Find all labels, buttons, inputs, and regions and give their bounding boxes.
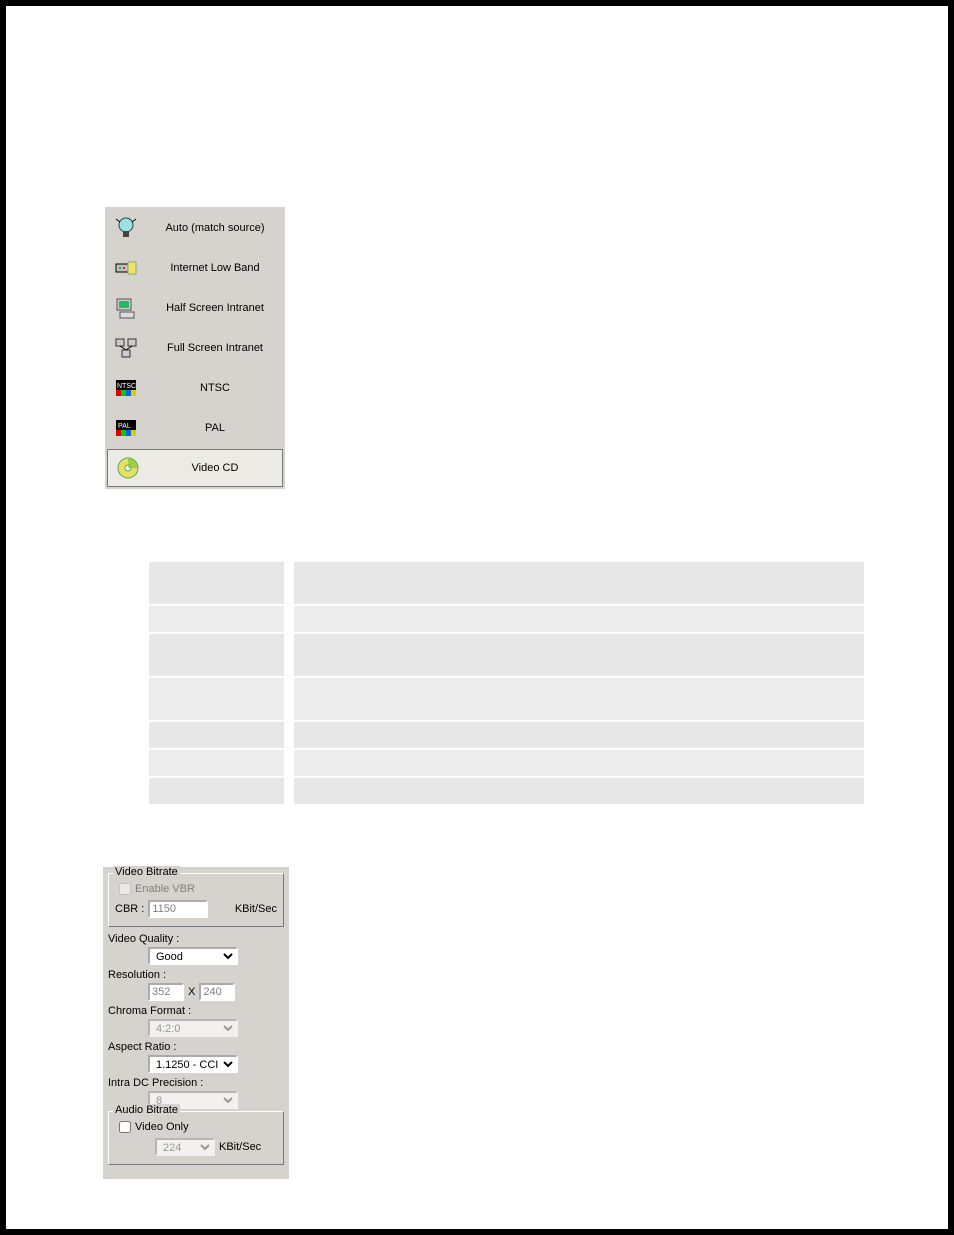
aspect-ratio-select[interactable]: 1.1250 - CCIR60 (148, 1055, 238, 1073)
preset-label: NTSC (152, 382, 278, 394)
encoder-settings-panel: Video Bitrate Enable VBR CBR : KBit/Sec … (103, 867, 289, 1179)
document-page: Auto (match source) Internet Low Band Ha… (0, 0, 954, 1235)
video-only-checkbox[interactable] (119, 1121, 131, 1133)
table-row (149, 606, 864, 632)
video-bitrate-fieldset: Video Bitrate Enable VBR CBR : KBit/Sec (108, 873, 284, 927)
intra-dc-label: Intra DC Precision : (108, 1077, 284, 1089)
table-row (149, 678, 864, 720)
audio-bitrate-fieldset: Audio Bitrate Video Only 224 KBit/Sec (108, 1111, 284, 1165)
computer-icon (112, 294, 140, 322)
video-only-label: Video Only (135, 1121, 189, 1133)
table-row (149, 562, 864, 604)
preset-label: Internet Low Band (152, 262, 278, 274)
preset-label: Full Screen Intranet (152, 342, 278, 354)
lightbulb-icon (112, 214, 140, 242)
cbr-input[interactable] (148, 900, 208, 918)
enable-vbr-label: Enable VBR (135, 883, 195, 895)
table-row (149, 634, 864, 676)
preset-label: Auto (match source) (152, 222, 278, 234)
pal-icon: PAL (112, 414, 140, 442)
chroma-format-label: Chroma Format : (108, 1005, 284, 1017)
resolution-width-input[interactable] (148, 983, 184, 1001)
resolution-separator: X (188, 986, 195, 998)
preset-item-half-screen-intranet[interactable]: Half Screen Intranet (106, 288, 284, 328)
svg-text:NTSC: NTSC (117, 383, 136, 390)
ntsc-icon: NTSC (112, 374, 140, 402)
table-row (149, 750, 864, 776)
preset-item-pal[interactable]: PAL PAL (106, 408, 284, 448)
audio-bitrate-unit: KBit/Sec (219, 1141, 261, 1153)
table-row (149, 722, 864, 748)
svg-text:PAL: PAL (118, 423, 131, 430)
video-quality-label: Video Quality : (108, 933, 284, 945)
cd-icon (114, 454, 142, 482)
fieldset-legend: Video Bitrate (113, 866, 180, 878)
network-icon (112, 334, 140, 362)
resolution-label: Resolution : (108, 969, 284, 981)
preset-list: Auto (match source) Internet Low Band Ha… (105, 207, 285, 489)
preset-label: Video CD (154, 462, 276, 474)
enable-vbr-checkbox[interactable] (119, 883, 131, 895)
aspect-ratio-label: Aspect Ratio : (108, 1041, 284, 1053)
audio-bitrate-select[interactable]: 224 (155, 1138, 215, 1156)
video-quality-select[interactable]: Good (148, 947, 238, 965)
fieldset-legend: Audio Bitrate (113, 1104, 180, 1116)
preset-item-internet-low-band[interactable]: Internet Low Band (106, 248, 284, 288)
cbr-label: CBR : (115, 903, 144, 915)
preset-item-auto[interactable]: Auto (match source) (106, 208, 284, 248)
chroma-format-select[interactable]: 4:2:0 (148, 1019, 238, 1037)
resolution-height-input[interactable] (199, 983, 235, 1001)
preset-label: Half Screen Intranet (152, 302, 278, 314)
modem-icon (112, 254, 140, 282)
bitrate-unit: KBit/Sec (235, 903, 277, 915)
preset-item-ntsc[interactable]: NTSC NTSC (106, 368, 284, 408)
info-table (149, 562, 864, 804)
table-row (149, 778, 864, 804)
preset-item-video-cd[interactable]: Video CD (107, 449, 283, 487)
preset-label: PAL (152, 422, 278, 434)
preset-item-full-screen-intranet[interactable]: Full Screen Intranet (106, 328, 284, 368)
